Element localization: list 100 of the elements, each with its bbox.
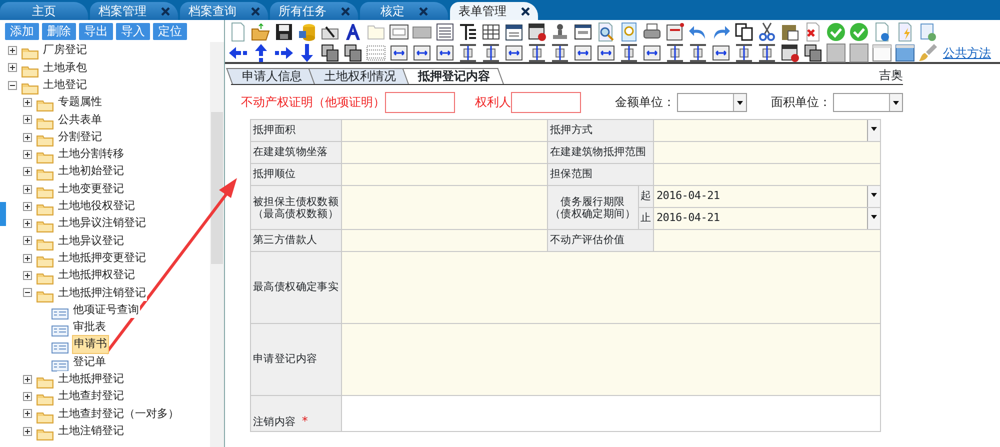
calendar-icon[interactable] bbox=[504, 22, 524, 42]
printer-icon[interactable] bbox=[642, 22, 662, 42]
expand-icon[interactable] bbox=[23, 392, 32, 402]
stamp-icon[interactable] bbox=[550, 22, 570, 42]
check-icon[interactable] bbox=[849, 22, 869, 42]
expand-icon[interactable] bbox=[8, 46, 17, 56]
expand-icon[interactable] bbox=[23, 98, 32, 108]
tree-item[interactable]: 他项证号查询 bbox=[72, 302, 140, 318]
input-field[interactable] bbox=[654, 142, 880, 164]
input-field[interactable] bbox=[511, 92, 581, 112]
font-icon[interactable] bbox=[343, 22, 363, 42]
date-field[interactable]: 2016-04-21 bbox=[654, 208, 880, 230]
expand-icon[interactable] bbox=[23, 271, 32, 280]
align-icon[interactable] bbox=[688, 42, 708, 62]
grid-icon[interactable] bbox=[481, 22, 501, 42]
align-icon[interactable] bbox=[504, 42, 524, 62]
input-field[interactable] bbox=[654, 230, 880, 252]
align-icon[interactable] bbox=[389, 42, 409, 62]
brush-icon[interactable] bbox=[918, 42, 938, 62]
tab[interactable]: 所有任务 bbox=[270, 2, 358, 20]
input-field[interactable] bbox=[341, 186, 548, 230]
list-icon[interactable] bbox=[435, 22, 455, 42]
save-icon[interactable] bbox=[274, 22, 294, 42]
expand-icon[interactable] bbox=[23, 426, 32, 436]
select-field[interactable] bbox=[677, 92, 747, 112]
align-icon[interactable] bbox=[481, 42, 501, 62]
tree-item[interactable]: 申请书 bbox=[72, 335, 109, 354]
expand-icon[interactable] bbox=[8, 63, 17, 72]
input-field[interactable] bbox=[341, 324, 880, 396]
input-field[interactable] bbox=[341, 142, 548, 164]
layers-icon[interactable] bbox=[320, 42, 340, 62]
align-icon[interactable] bbox=[596, 42, 616, 62]
tree-item[interactable]: 审批表 bbox=[72, 319, 107, 336]
align-icon[interactable] bbox=[665, 42, 685, 62]
align-icon[interactable] bbox=[527, 42, 547, 62]
scrollbar-thumb[interactable] bbox=[211, 112, 223, 264]
layout-icon[interactable] bbox=[458, 22, 478, 42]
scissors-icon[interactable] bbox=[757, 22, 777, 42]
align-icon[interactable] bbox=[458, 42, 478, 62]
collapse-handle[interactable] bbox=[0, 202, 6, 226]
window-icon[interactable] bbox=[895, 42, 915, 62]
align-icon[interactable] bbox=[435, 42, 455, 62]
folder-icon[interactable] bbox=[251, 22, 271, 42]
tab[interactable]: 档案管理 bbox=[90, 2, 178, 20]
input-field[interactable] bbox=[341, 230, 548, 252]
input-field[interactable] bbox=[341, 396, 880, 432]
expand-icon[interactable] bbox=[23, 167, 32, 176]
expand-icon[interactable] bbox=[23, 115, 32, 124]
align-icon[interactable] bbox=[642, 42, 662, 62]
expand-icon[interactable] bbox=[23, 184, 32, 194]
input-field[interactable] bbox=[341, 120, 548, 142]
calendar-icon[interactable] bbox=[527, 22, 547, 42]
link[interactable]: 公共方法 bbox=[943, 44, 991, 62]
scrollbar[interactable] bbox=[210, 42, 224, 447]
input-field[interactable] bbox=[385, 92, 455, 112]
expand-icon[interactable] bbox=[23, 202, 32, 211]
close-icon[interactable] bbox=[520, 6, 530, 16]
expand-icon[interactable] bbox=[23, 132, 32, 142]
collapse-icon[interactable] bbox=[23, 288, 32, 298]
layers-icon[interactable] bbox=[803, 42, 823, 62]
align-icon[interactable] bbox=[573, 42, 593, 62]
document-icon[interactable] bbox=[665, 22, 685, 42]
dot-grid-icon[interactable] bbox=[366, 42, 386, 62]
database-icon[interactable] bbox=[297, 22, 317, 42]
align-icon[interactable] bbox=[412, 42, 432, 62]
expand-icon[interactable] bbox=[23, 150, 32, 159]
input-field[interactable] bbox=[654, 120, 880, 142]
form-icon[interactable] bbox=[573, 22, 593, 42]
tab[interactable]: 主页 bbox=[0, 2, 88, 20]
align-icon[interactable] bbox=[550, 42, 570, 62]
tab[interactable]: 抵押登记内容 bbox=[402, 68, 504, 84]
tree-item[interactable]: 土地抵押注销登记 bbox=[57, 284, 147, 302]
expand-icon[interactable] bbox=[23, 374, 32, 384]
input-field[interactable] bbox=[341, 164, 548, 186]
input-field[interactable] bbox=[654, 164, 880, 186]
align-icon[interactable] bbox=[734, 42, 754, 62]
expand-icon[interactable] bbox=[23, 409, 32, 418]
expand-icon[interactable] bbox=[23, 236, 32, 246]
calendar-icon[interactable] bbox=[780, 42, 800, 62]
select-field[interactable] bbox=[833, 92, 903, 112]
align-icon[interactable] bbox=[619, 42, 639, 62]
textbox-icon[interactable] bbox=[389, 22, 409, 42]
tab[interactable]: 核定 bbox=[360, 2, 448, 20]
copy-icon[interactable] bbox=[734, 22, 754, 42]
tab[interactable]: 表单管理 bbox=[450, 2, 538, 20]
label: 吉奥 bbox=[879, 67, 903, 84]
expand-icon[interactable] bbox=[23, 219, 32, 228]
check-icon[interactable] bbox=[826, 22, 846, 42]
search-icon[interactable] bbox=[596, 22, 616, 42]
tab[interactable]: 土地权利情况 bbox=[308, 68, 410, 84]
layers-icon[interactable] bbox=[343, 42, 363, 62]
tab[interactable]: 档案查询 bbox=[180, 2, 268, 20]
window-icon[interactable] bbox=[872, 42, 892, 62]
expand-icon[interactable] bbox=[23, 254, 32, 263]
align-icon[interactable] bbox=[757, 42, 777, 62]
input-field[interactable] bbox=[341, 252, 880, 324]
collapse-icon[interactable] bbox=[8, 80, 17, 90]
date-field[interactable]: 2016-04-21 bbox=[654, 186, 880, 208]
tab[interactable]: 申请人信息 bbox=[226, 68, 316, 84]
align-icon[interactable] bbox=[711, 42, 731, 62]
